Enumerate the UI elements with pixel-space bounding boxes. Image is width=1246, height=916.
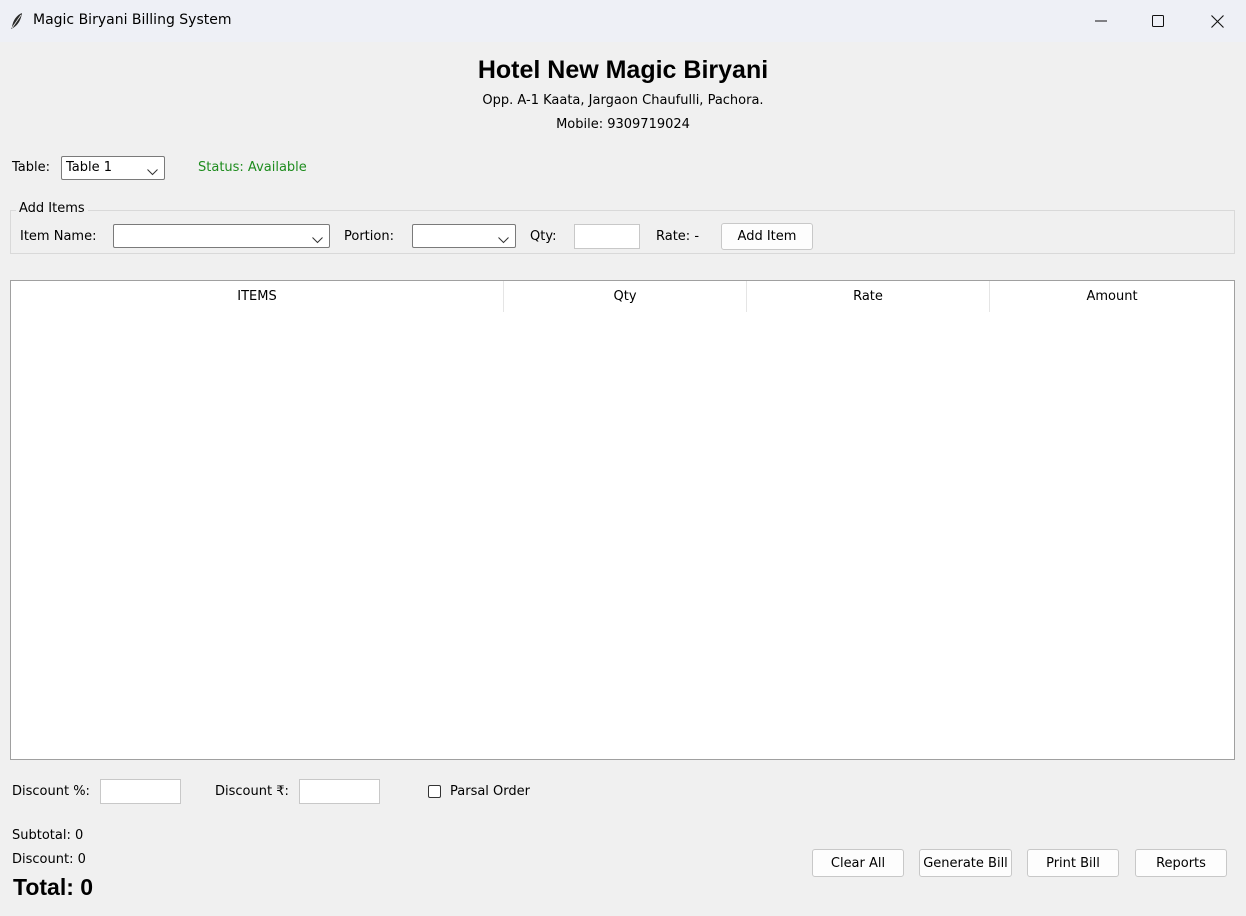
table-combobox[interactable]: Table 1 [61,156,165,180]
window-title: Magic Biryani Billing System [33,12,232,28]
title-bar: Magic Biryani Billing System [0,0,1246,42]
column-header-rate[interactable]: Rate [747,281,990,312]
hotel-address: Opp. A-1 Kaata, Jargaon Chaufulli, Pacho… [482,93,764,108]
qty-label: Qty: [530,229,557,244]
item-name-label: Item Name: [20,229,97,244]
chevron-down-icon [498,233,509,248]
column-header-amount[interactable]: Amount [990,281,1234,312]
maximize-icon [1152,15,1164,27]
rate-label: Rate: - [656,229,700,244]
close-button[interactable] [1188,0,1246,42]
parsal-order-label[interactable]: Parsal Order [450,784,530,799]
chevron-down-icon [147,165,158,180]
discount-amount-label: Discount ₹: [215,784,289,799]
print-bill-button[interactable]: Print Bill [1027,849,1119,877]
feather-icon [9,12,25,30]
hotel-mobile: Mobile: 9309719024 [556,117,690,132]
minimize-button[interactable] [1072,0,1130,42]
table-combobox-value: Table 1 [66,160,113,175]
qty-input[interactable] [574,224,640,249]
items-table[interactable]: ITEMS Qty Rate Amount [10,280,1235,760]
column-header-items[interactable]: ITEMS [11,281,504,312]
minimize-icon [1095,15,1107,27]
maximize-button[interactable] [1129,0,1187,42]
add-item-button[interactable]: Add Item [721,223,813,250]
clear-all-button[interactable]: Clear All [812,849,904,877]
discount-text: Discount: 0 [12,852,86,867]
reports-button[interactable]: Reports [1135,849,1227,877]
discount-amount-input[interactable] [299,779,380,804]
portion-label: Portion: [344,229,394,244]
items-table-header: ITEMS Qty Rate Amount [11,281,1234,312]
table-status: Status: Available [198,160,307,175]
parsal-order-checkbox[interactable] [428,785,441,798]
hotel-name: Hotel New Magic Biryani [477,56,769,84]
portion-combobox[interactable] [412,224,516,248]
table-label: Table: [12,160,50,175]
close-icon [1210,14,1224,28]
total-text: Total: 0 [13,874,94,900]
discount-percent-label: Discount %: [12,784,90,799]
generate-bill-button[interactable]: Generate Bill [919,849,1012,877]
discount-percent-input[interactable] [100,779,181,804]
column-header-qty[interactable]: Qty [504,281,747,312]
chevron-down-icon [312,233,323,248]
item-name-combobox[interactable] [113,224,330,248]
subtotal-text: Subtotal: 0 [12,828,84,843]
add-items-group-title: Add Items [16,201,88,216]
